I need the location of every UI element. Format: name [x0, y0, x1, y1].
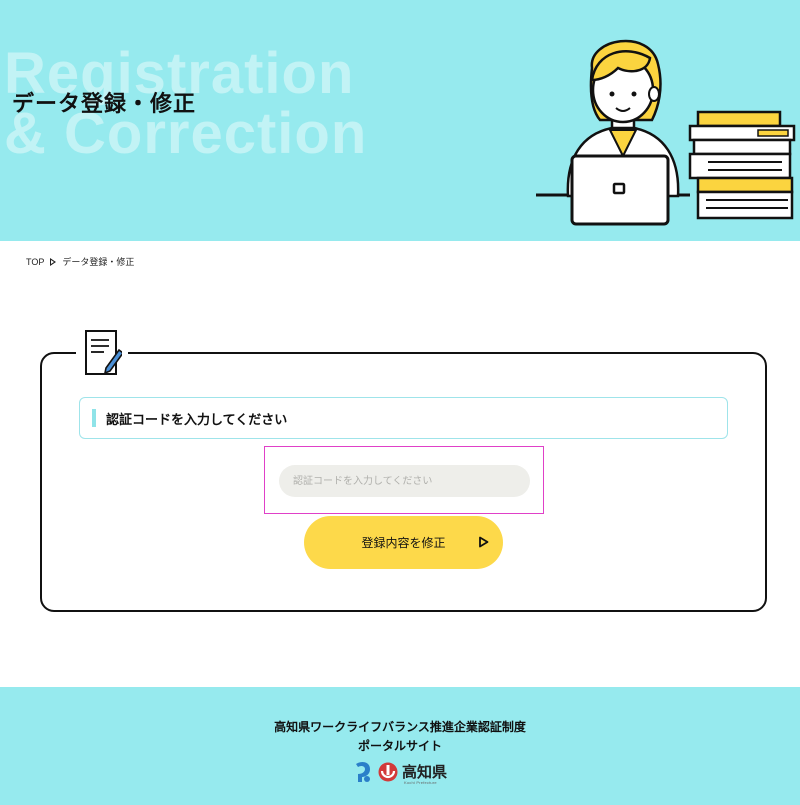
- kochi-logo-subtext: Kochi Prefecture: [404, 780, 437, 785]
- breadcrumb-current: データ登録・修正: [62, 257, 135, 267]
- edit-registration-button[interactable]: 登録内容を修正: [304, 516, 503, 569]
- kochi-mascot-icon: [356, 761, 370, 782]
- input-label: 認証コードを入力してください: [106, 412, 288, 428]
- breadcrumb: TOP データ登録・修正: [26, 255, 134, 268]
- document-pen-icon: [76, 328, 128, 380]
- hero-banner: Registration & Correction データ登録・修正: [0, 0, 800, 241]
- footer-title-line-2: ポータルサイト: [357, 739, 442, 753]
- footer: 高知県ワークライフバランス推進企業認証制度 ポータルサイト 高知県 Kochi …: [0, 687, 800, 805]
- input-focus-outline: [264, 446, 544, 514]
- kochi-logo-text: 高知県: [402, 762, 448, 781]
- play-arrow-icon: [479, 536, 489, 548]
- auth-code-input[interactable]: [279, 465, 530, 497]
- breadcrumb-arrow-icon: [50, 257, 57, 266]
- woman-laptop-illustration: [536, 39, 796, 226]
- kochi-prefecture-logo[interactable]: 高知県 Kochi Prefecture: [352, 759, 452, 785]
- kochi-emblem-icon: [378, 762, 398, 782]
- page-title: データ登録・修正: [12, 92, 197, 117]
- breadcrumb-home-link[interactable]: TOP: [26, 257, 44, 267]
- footer-title-line-1: 高知県ワークライフバランス推進企業認証制度: [274, 720, 526, 734]
- label-accent-bar: [92, 409, 96, 427]
- input-label-box: 認証コードを入力してください: [79, 397, 728, 439]
- edit-registration-button-label: 登録内容を修正: [361, 536, 446, 550]
